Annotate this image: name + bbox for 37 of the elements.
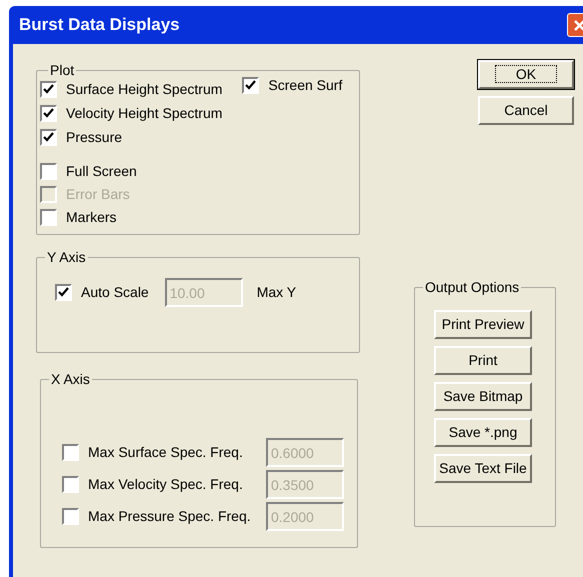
checkbox-label: Screen Surf	[268, 76, 342, 95]
checkmark-icon	[43, 84, 54, 94]
checkbox-label: Auto Scale	[81, 283, 149, 302]
checkmark-icon	[43, 132, 54, 142]
checkbox-label: Full Screen	[66, 162, 137, 181]
group-label: Y Axis	[46, 248, 87, 267]
dialog-button[interactable]: OK	[478, 60, 574, 89]
dialog-button[interactable]: Save Text File	[434, 454, 532, 483]
checkbox-label: Markers	[66, 208, 117, 227]
checkbox[interactable]	[40, 80, 57, 98]
checkmark-icon	[58, 287, 69, 298]
checkbox[interactable]	[40, 128, 57, 146]
checkmark-icon	[245, 80, 256, 91]
checkbox[interactable]	[40, 104, 57, 122]
group-label: X Axis	[50, 370, 91, 389]
close-icon	[573, 18, 583, 32]
group-label: Output Options	[424, 278, 520, 297]
checkbox[interactable]	[40, 209, 57, 226]
checkbox-label: Error Bars	[66, 185, 130, 204]
checkbox-label: Velocity Height Spectrum	[66, 104, 222, 123]
checkbox-label: Surface Height Spectrum	[66, 80, 222, 99]
dialog-button[interactable]: Cancel	[478, 96, 574, 125]
checkmark-icon	[43, 108, 54, 118]
group-label: Plot	[49, 61, 76, 80]
checkbox-label: Max Velocity Spec. Freq.	[88, 475, 243, 494]
checkbox-label: Max Pressure Spec. Freq.	[88, 507, 251, 526]
checkbox[interactable]	[242, 77, 260, 94]
checkbox-label: Max Surface Spec. Freq.	[88, 443, 243, 462]
field-label: Max Y	[256, 283, 296, 302]
dialog-button[interactable]: Print Preview	[434, 310, 532, 339]
dialog-button[interactable]: Save *.png	[434, 418, 532, 447]
dialog-button[interactable]: Save Bitmap	[434, 382, 532, 411]
checkbox[interactable]	[40, 163, 57, 180]
checkbox-label: Pressure	[66, 128, 122, 146]
checkbox[interactable]	[55, 284, 72, 301]
window-title: Burst Data Displays	[19, 14, 180, 36]
dialog-button[interactable]: Print	[434, 346, 532, 375]
